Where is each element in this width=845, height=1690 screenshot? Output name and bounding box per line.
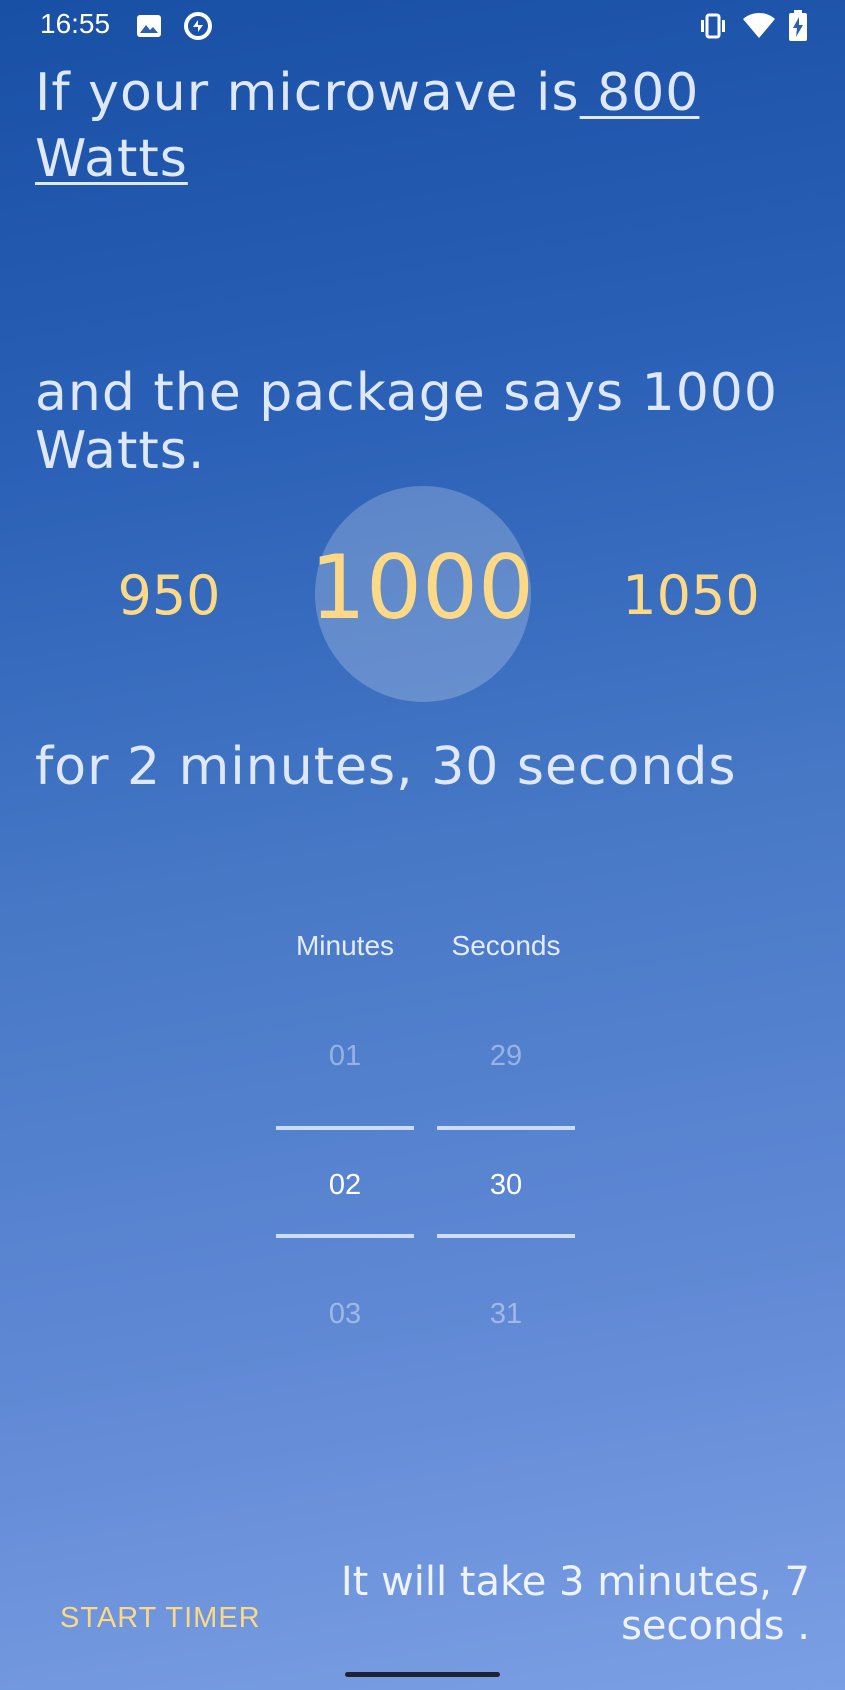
seconds-option-above[interactable]: 29: [490, 1040, 522, 1073]
seconds-divider-bottom: [437, 1234, 575, 1238]
seconds-divider-top: [437, 1126, 575, 1130]
headline-prefix: If your microwave is: [35, 63, 580, 123]
result-text: It will take 3 minutes, 7 seconds .: [340, 1559, 810, 1649]
wattage-option-next[interactable]: 1050: [622, 564, 759, 627]
battery-charging-icon: [788, 10, 808, 46]
minutes-option-below[interactable]: 03: [329, 1298, 361, 1331]
seconds-option-below[interactable]: 31: [490, 1298, 522, 1331]
duration-sentence: for 2 minutes, 30 seconds: [35, 737, 737, 797]
microwave-power-sentence: If your microwave is 800 Watts: [35, 60, 755, 192]
minutes-divider-top: [276, 1126, 414, 1130]
start-timer-button[interactable]: START TIMER: [60, 1602, 261, 1635]
seconds-header: Seconds: [451, 930, 561, 961]
package-power-sentence: and the package says 1000 Watts.: [35, 363, 778, 481]
gesture-navigation-handle[interactable]: [345, 1672, 500, 1677]
vibrate-icon: [698, 12, 728, 44]
data-saver-icon: [182, 10, 214, 46]
minutes-divider-bottom: [276, 1234, 414, 1238]
wifi-icon: [742, 12, 776, 44]
minutes-header: Minutes: [295, 930, 395, 961]
wattage-option-selected[interactable]: 1000: [310, 536, 534, 639]
minutes-option-selected[interactable]: 02: [329, 1169, 361, 1202]
wattage-picker[interactable]: 950 1000 1050: [0, 486, 845, 702]
seconds-option-selected[interactable]: 30: [490, 1169, 522, 1202]
image-icon: [136, 14, 162, 42]
minutes-option-above[interactable]: 01: [329, 1040, 361, 1073]
status-bar: 16:55: [0, 0, 845, 52]
wattage-option-previous[interactable]: 950: [117, 564, 220, 627]
status-time: 16:55: [40, 8, 111, 39]
